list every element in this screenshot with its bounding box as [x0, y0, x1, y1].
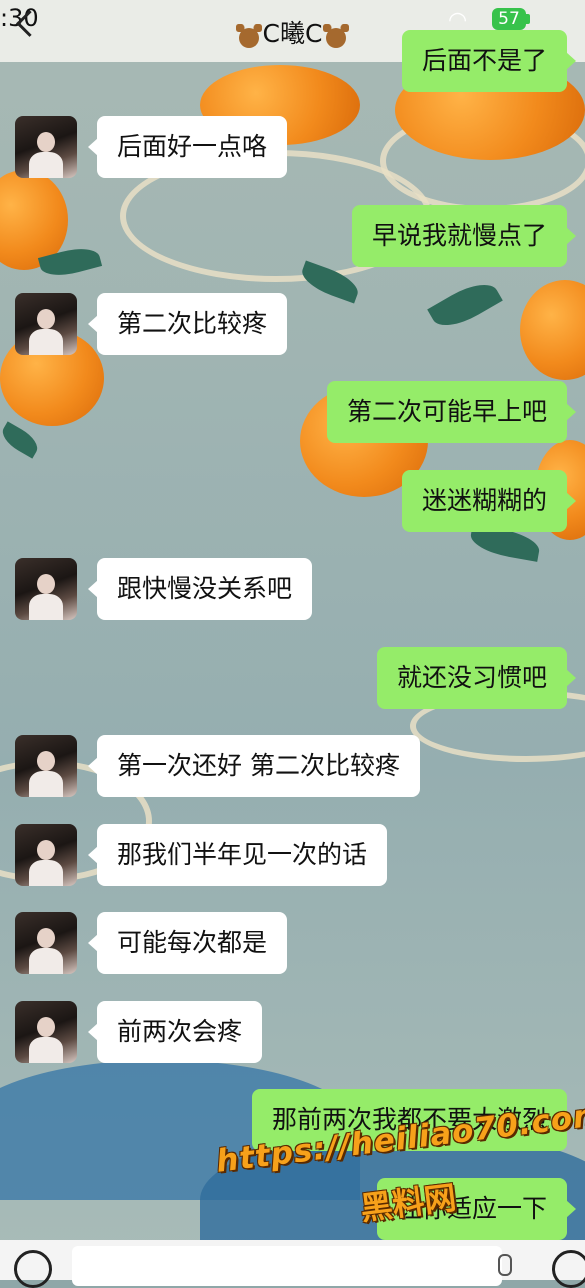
message-bubble-outgoing[interactable]: 早说我就慢点了	[351, 205, 577, 267]
chat-wallpaper	[0, 0, 585, 1280]
bear-icon	[235, 22, 263, 48]
avatar[interactable]	[15, 116, 77, 178]
message-bubble-outgoing[interactable]: 迷迷糊糊的	[401, 470, 577, 532]
message-bubble-incoming[interactable]: 第一次还好 第二次比较疼	[88, 735, 420, 797]
message-bubble-incoming[interactable]: 后面好一点咯	[87, 116, 288, 178]
avatar[interactable]	[15, 912, 77, 974]
avatar[interactable]	[15, 824, 77, 886]
avatar[interactable]	[15, 293, 77, 355]
message-bubble-outgoing[interactable]: 第二次可能早上吧	[326, 381, 577, 443]
avatar[interactable]	[15, 558, 77, 620]
message-input[interactable]	[72, 1246, 502, 1286]
message-bubble-incoming[interactable]: 第二次比较疼	[87, 293, 288, 355]
message-bubble-outgoing[interactable]: 后面不是了	[401, 30, 577, 92]
input-bar	[0, 1240, 585, 1288]
avatar[interactable]	[15, 735, 77, 797]
voice-icon[interactable]	[14, 1250, 52, 1288]
bear-icon	[322, 22, 350, 48]
chat-title-text: C曦C	[262, 19, 323, 48]
message-bubble-incoming[interactable]: 跟快慢没关系吧	[87, 558, 313, 620]
message-bubble-incoming[interactable]: 前两次会疼	[87, 1001, 263, 1063]
message-bubble-incoming[interactable]: 可能每次都是	[87, 912, 288, 974]
message-bubble-incoming[interactable]: 那我们半年见一次的话	[87, 824, 388, 886]
avatar[interactable]	[15, 1001, 77, 1063]
battery-tip	[526, 14, 530, 24]
mic-icon[interactable]	[498, 1254, 512, 1276]
message-bubble-outgoing[interactable]: 就还没习惯吧	[376, 647, 577, 709]
emoji-icon[interactable]	[552, 1250, 585, 1288]
battery-icon: 57	[492, 8, 526, 30]
